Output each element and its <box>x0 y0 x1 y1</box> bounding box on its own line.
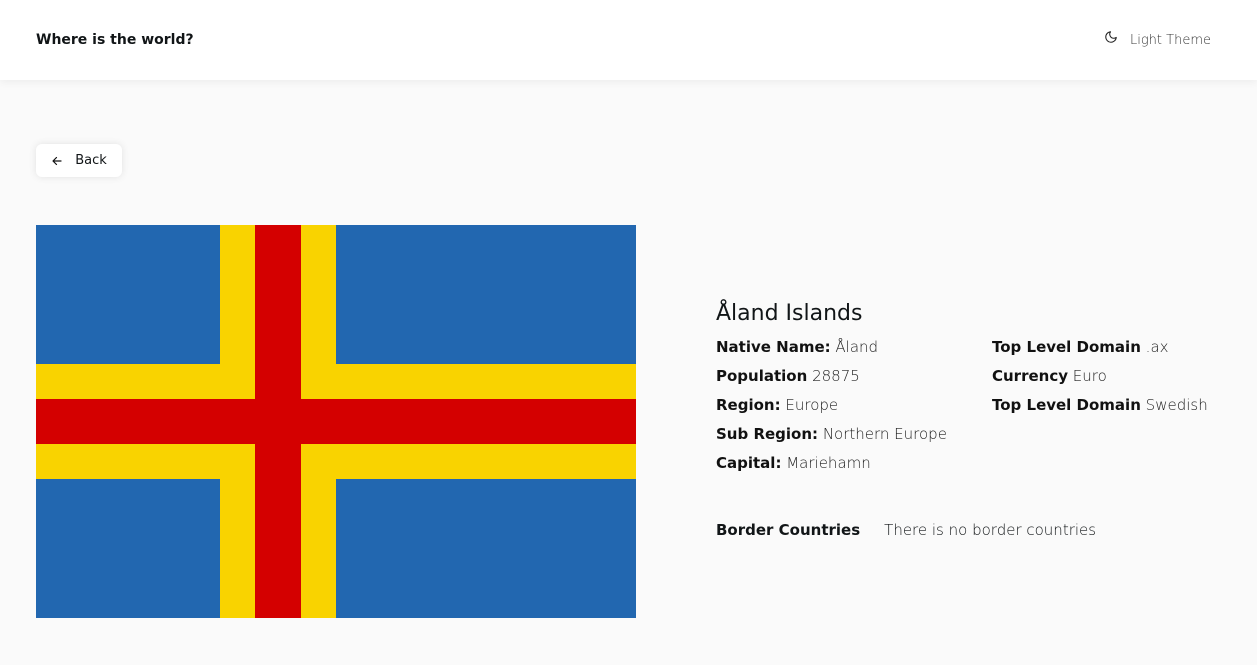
field-value: Europe <box>785 396 839 414</box>
field-value: Åland <box>835 338 879 356</box>
field-value: .ax <box>1145 338 1169 356</box>
population-row: Population 28875 <box>716 362 976 391</box>
field-label: Sub Region: <box>716 425 819 443</box>
currency-row: Currency Euro <box>992 362 1232 391</box>
languages-row: Top Level Domain Swedish <box>992 391 1232 420</box>
details-left-column: Native Name: Åland Population 28875 Regi… <box>716 333 976 478</box>
field-label: Top Level Domain <box>992 396 1141 414</box>
arrow-left-icon <box>52 156 62 165</box>
country-details: Åland Islands Native Name: Åland Populat… <box>716 298 1208 539</box>
moon-icon <box>1105 31 1117 43</box>
field-value: Euro <box>1072 367 1107 385</box>
capital-row: Capital: Mariehamn <box>716 449 976 478</box>
back-button[interactable]: Back <box>36 144 122 177</box>
border-countries-row: Border Countries There is no border coun… <box>716 521 1096 539</box>
country-name: Åland Islands <box>716 301 863 326</box>
field-label: Native Name: <box>716 338 831 356</box>
top-header: Where is the world? Light Theme <box>0 0 1257 80</box>
field-value: Northern Europe <box>822 425 947 443</box>
country-flag <box>36 225 636 618</box>
border-countries-label: Border Countries <box>716 521 861 539</box>
field-label: Capital: <box>716 454 782 472</box>
sub-region-row: Sub Region: Northern Europe <box>716 420 976 449</box>
border-countries-value: There is no border countries <box>884 521 1097 539</box>
field-value: 28875 <box>812 367 860 385</box>
back-label: Back <box>75 153 107 168</box>
site-title: Where is the world? <box>36 32 194 48</box>
field-label: Top Level Domain <box>992 338 1141 356</box>
theme-toggle[interactable]: Light Theme <box>1104 31 1211 48</box>
field-label: Currency <box>992 367 1069 385</box>
field-label: Population <box>716 367 808 385</box>
field-label: Region: <box>716 396 781 414</box>
region-row: Region: Europe <box>716 391 976 420</box>
top-level-domain-row: Top Level Domain .ax <box>992 333 1232 362</box>
theme-label: Light Theme <box>1130 32 1211 48</box>
field-value: Swedish <box>1145 396 1208 414</box>
field-value: Mariehamn <box>786 454 871 472</box>
native-name-row: Native Name: Åland <box>716 333 976 362</box>
details-right-column: Top Level Domain .ax Currency Euro Top L… <box>992 333 1232 420</box>
